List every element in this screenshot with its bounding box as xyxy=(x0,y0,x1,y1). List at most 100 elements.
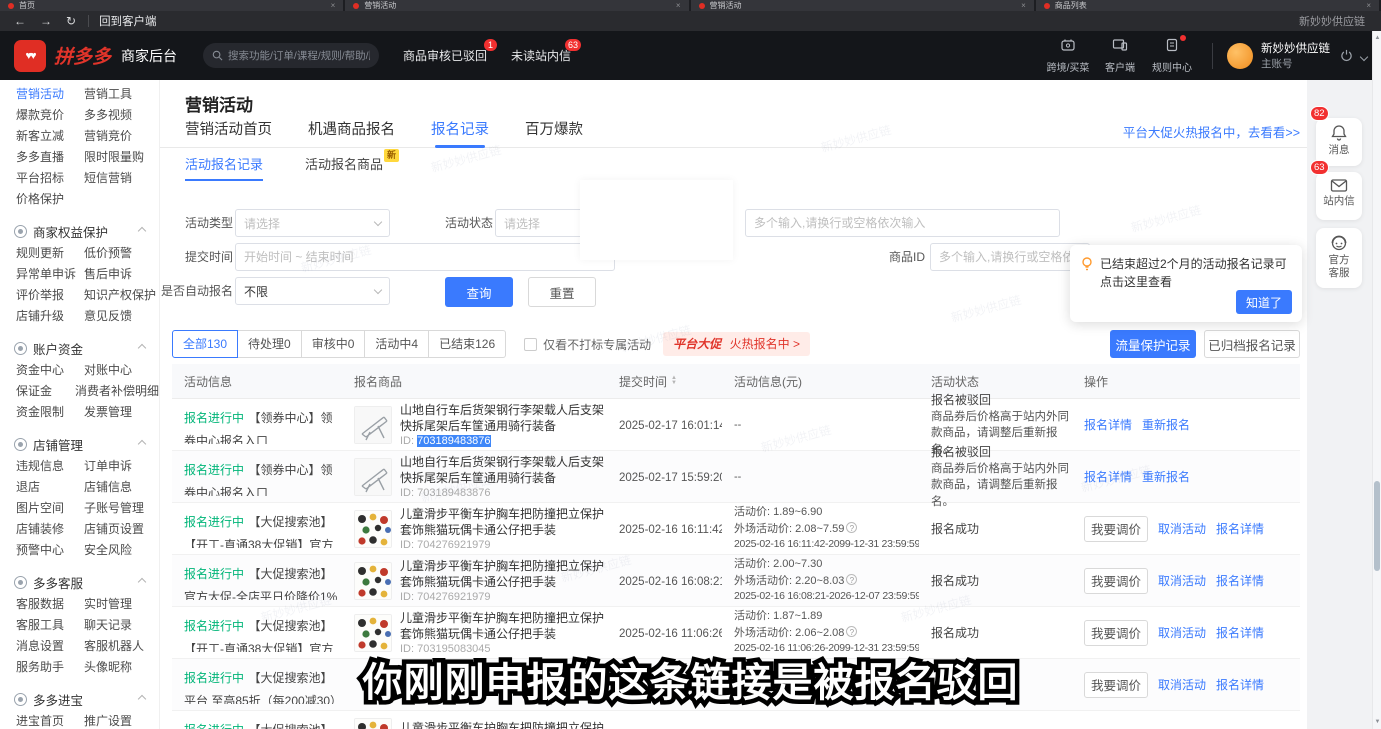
cancel-activity-link[interactable]: 取消活动 xyxy=(1158,520,1206,537)
info-icon[interactable] xyxy=(846,626,857,637)
sort-icon[interactable]: ▲▼ xyxy=(671,376,677,386)
sidebar-item[interactable]: 短信营销 xyxy=(84,169,132,190)
sidebar-item[interactable]: 意见反馈 xyxy=(84,307,132,328)
adjust-price-button[interactable]: 我要调价 xyxy=(1084,568,1148,594)
adjust-price-button[interactable]: 我要调价 xyxy=(1084,620,1148,646)
official-service-rail-button[interactable]: 官方客服 xyxy=(1316,228,1362,288)
sidebar-item[interactable]: 聊天记录 xyxy=(84,616,132,637)
subtab-activity-signup-records[interactable]: 活动报名记录 xyxy=(185,148,263,181)
submit-time-range-input[interactable] xyxy=(235,243,615,271)
browser-tab[interactable]: 营销活动× xyxy=(691,0,1034,11)
tab-million-hot[interactable]: 百万爆款 xyxy=(525,115,583,148)
sidebar-item[interactable]: 退店 xyxy=(16,478,84,499)
exclusive-filter-checkbox[interactable] xyxy=(524,338,537,351)
got-it-button[interactable]: 知道了 xyxy=(1236,290,1292,314)
sidebar-item[interactable]: 低价预警 xyxy=(84,244,132,265)
sidebar-item[interactable]: 安全风险 xyxy=(84,541,132,562)
sidebar-item[interactable]: 店铺升级 xyxy=(16,307,84,328)
sidebar-item[interactable]: 资金中心 xyxy=(16,361,84,382)
sidebar-item[interactable]: 店铺装修 xyxy=(16,520,84,541)
vertical-scrollbar[interactable]: ▲ ▼ xyxy=(1372,31,1381,729)
cancel-activity-link[interactable]: 取消活动 xyxy=(1158,572,1206,589)
back-to-client-link[interactable]: 回到客户端 xyxy=(99,13,157,29)
cross-border-button[interactable]: 跨境/买菜 xyxy=(1042,38,1094,74)
tab-marketing-home[interactable]: 营销活动首页 xyxy=(185,115,272,148)
sidebar-item[interactable]: 异常单申诉 xyxy=(16,265,84,286)
sidebar-item[interactable]: 知识产权保护 xyxy=(84,286,156,307)
reset-button[interactable]: 重置 xyxy=(528,277,596,307)
product-id-selected[interactable]: 703189483876 xyxy=(417,435,490,447)
audit-rejected-link[interactable]: 商品审核已驳回1 xyxy=(403,47,487,64)
rules-center-button[interactable]: 规则中心 xyxy=(1146,38,1198,74)
segment-all[interactable]: 全部130 xyxy=(172,330,238,358)
signup-detail-link[interactable]: 报名详情 xyxy=(1216,624,1264,641)
re-signup-link[interactable]: 重新报名 xyxy=(1142,416,1190,433)
product-title[interactable]: 儿童滑步平衡车护胸车把防撞把立保护套饰熊猫玩偶卡通公仔把手装 xyxy=(400,506,607,538)
sidebar-item[interactable]: 服务助手 xyxy=(16,658,84,679)
sidebar-item[interactable]: 售后申诉 xyxy=(84,265,132,286)
sidebar-item[interactable]: 店铺信息 xyxy=(84,478,132,499)
forward-icon[interactable]: → xyxy=(40,15,52,27)
sidebar-group-merchant-rights[interactable]: 商家权益保护 xyxy=(0,218,159,244)
sidebar-item[interactable]: 违规信息 xyxy=(16,457,84,478)
sidebar-group-account-funds[interactable]: 账户资金 xyxy=(0,335,159,361)
info-icon[interactable] xyxy=(846,574,857,585)
subtab-activity-signup-goods[interactable]: 活动报名商品新 xyxy=(305,148,383,181)
sidebar-item[interactable]: 营销竞价 xyxy=(84,127,132,148)
product-title[interactable]: 山地自行车后货架钢行李架载人后支架快拆尾架后车筐通用骑行装备 xyxy=(400,402,607,434)
scrollbar-thumb[interactable] xyxy=(1374,481,1380,571)
sidebar-item[interactable]: 评价举报 xyxy=(16,286,84,307)
close-icon[interactable]: × xyxy=(331,1,336,10)
sidebar-item[interactable]: 消费者补偿明细 xyxy=(75,382,159,403)
sidebar-group-customer-service[interactable]: 多多客服 xyxy=(0,569,159,595)
sidebar-item[interactable]: 实时管理 xyxy=(84,595,132,616)
signup-detail-link[interactable]: 报名详情 xyxy=(1216,520,1264,537)
sidebar-item[interactable]: 预警中心 xyxy=(16,541,84,562)
scroll-up-icon[interactable]: ▲ xyxy=(1373,35,1381,41)
global-search-input[interactable]: 搜索功能/订单/课程/规则/帮助/服务 xyxy=(203,43,379,68)
segment-reviewing[interactable]: 审核中0 xyxy=(302,330,366,358)
tab-signup-records[interactable]: 报名记录 xyxy=(431,115,489,148)
product-title[interactable]: 儿童滑步平衡车护胸车把防撞把立保护套饰熊猫玩偶卡通公仔把手装 xyxy=(400,610,607,642)
col-submit-time[interactable]: 提交时间▲▼ xyxy=(607,373,722,390)
chevron-down-icon[interactable] xyxy=(1361,47,1367,65)
browser-tab[interactable]: 商品列表× xyxy=(1036,0,1379,11)
browser-tab[interactable]: 首页× xyxy=(0,0,343,11)
sidebar-item[interactable]: 图片空间 xyxy=(16,499,84,520)
tab-opportunity-signup[interactable]: 机遇商品报名 xyxy=(308,115,395,148)
product-id[interactable]: ID: 704276921979 xyxy=(400,591,607,603)
reload-icon[interactable]: ↻ xyxy=(66,15,76,27)
product-title[interactable]: 山地自行车后货架钢行李架载人后支架快拆尾架后车筐通用骑行装备 xyxy=(400,454,607,486)
sidebar-item[interactable]: 平台招标 xyxy=(16,169,84,190)
signup-detail-link[interactable]: 报名详情 xyxy=(1216,676,1264,693)
sidebar-item[interactable]: 规则更新 xyxy=(16,244,84,265)
sidebar-item[interactable]: 客服机器人 xyxy=(84,637,144,658)
sidebar-item[interactable]: 价格保护 xyxy=(16,190,84,211)
segment-active[interactable]: 活动中4 xyxy=(365,330,429,358)
power-icon[interactable] xyxy=(1340,49,1353,62)
signup-detail-link[interactable]: 报名详情 xyxy=(1216,572,1264,589)
pinduoduo-logo-icon[interactable]: ♥♥ xyxy=(14,40,46,72)
sidebar-item-marketing-activity[interactable]: 营销活动 xyxy=(16,85,84,106)
goods-id-input[interactable] xyxy=(930,243,1090,271)
sidebar-item[interactable]: 资金限制 xyxy=(16,403,84,424)
sidebar-item[interactable]: 对账中心 xyxy=(84,361,132,382)
sidebar-group-shop-manage[interactable]: 店铺管理 xyxy=(0,431,159,457)
back-icon[interactable]: ← xyxy=(14,15,26,27)
cancel-activity-link[interactable]: 取消活动 xyxy=(1158,676,1206,693)
activity-id-input[interactable] xyxy=(745,209,1060,237)
info-icon[interactable] xyxy=(846,522,857,533)
scroll-down-icon[interactable]: ▼ xyxy=(1373,719,1381,725)
client-app-button[interactable]: 客户端 xyxy=(1094,38,1146,74)
product-id[interactable]: ID: 703189483876 xyxy=(400,435,607,447)
sidebar-item[interactable]: 营销工具 xyxy=(84,85,132,106)
avatar[interactable] xyxy=(1227,43,1253,69)
sidebar-group-duoduo-jinbao[interactable]: 多多进宝 xyxy=(0,686,159,712)
sidebar-item[interactable]: 头像昵称 xyxy=(84,658,132,679)
sidebar-item[interactable]: 子账号管理 xyxy=(84,499,144,520)
sidebar-item[interactable]: 进宝首页 xyxy=(16,712,84,729)
unread-messages-link[interactable]: 未读站内信63 xyxy=(511,47,571,64)
close-icon[interactable]: × xyxy=(1366,1,1371,10)
auto-signup-select[interactable]: 不限 xyxy=(235,277,390,305)
message-rail-button[interactable]: 消息 xyxy=(1316,118,1362,166)
